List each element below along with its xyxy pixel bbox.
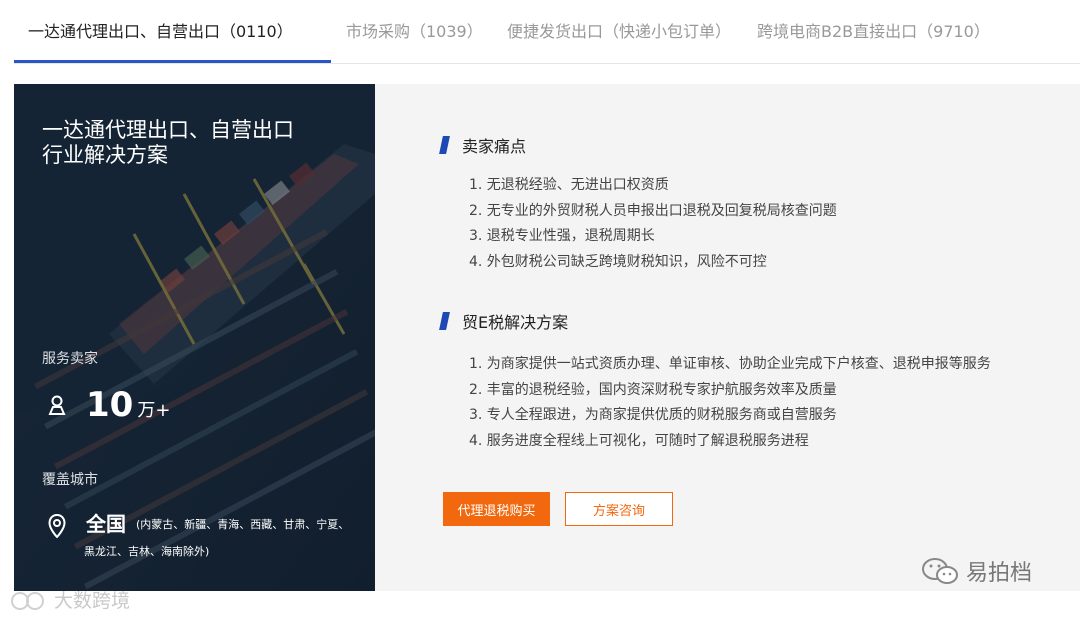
hero-panel: 一达通代理出口、自营出口 行业解决方案 服务卖家 10 万+ 覆盖城市 全国 (… [14, 84, 375, 591]
tab-agency-export[interactable]: 一达通代理出口、自营出口（0110） [28, 18, 293, 42]
sellers-stat: 10 万+ [48, 385, 170, 425]
sellers-label: 服务卖家 [42, 351, 98, 367]
sellers-unit: 万+ [137, 400, 171, 421]
pain-points-heading: 卖家痛点 [439, 133, 527, 157]
list-item: 2. 丰富的退税经验，国内资深财税专家护航服务效率及质量 [469, 381, 837, 398]
user-icon [48, 395, 66, 415]
location-pin-icon [48, 514, 66, 538]
watermark-right: 易拍档 [920, 555, 1032, 587]
section-marker [439, 312, 450, 330]
tab-cross-border-b2b[interactable]: 跨境电商B2B直接出口（9710） [757, 18, 990, 42]
list-item: 1. 无退税经验、无进出口权资质 [469, 177, 669, 193]
wechat-icon [922, 558, 958, 584]
list-item: 3. 退税专业性强，退税周期长 [469, 228, 655, 244]
coverage-detail-line2: 黑龙江、吉林、海南除外) [84, 545, 210, 558]
solution-list: 1. 为商家提供一站式资质办理、单证审核、协助企业完成下户核查、退税申报等服务 … [469, 352, 991, 454]
solution-heading: 贸E税解决方案 [439, 309, 569, 333]
watermark-left-text: 大数跨境 [54, 590, 131, 612]
hero-title-line2: 行业解决方案 [42, 143, 168, 167]
pain-points-list: 1. 无退税经验、无进出口权资质 2. 无专业的外贸财税人员申报出口退税及回复税… [469, 173, 837, 275]
hero-title: 一达通代理出口、自营出口 行业解决方案 [42, 118, 294, 168]
sellers-number: 10 [86, 385, 134, 425]
section-marker [439, 136, 450, 154]
coverage-detail-line1: (内蒙古、新疆、青海、西藏、甘肃、宁夏、 [136, 518, 350, 531]
list-item: 3. 专人全程跟进，为商家提供优质的财税服务商或自营服务 [469, 407, 837, 423]
list-item: 4. 服务进度全程线上可视化，可随时了解退税服务进程 [469, 432, 809, 449]
list-item: 2. 无专业的外贸财税人员申报出口退税及回复税局核查问题 [469, 202, 837, 219]
list-item: 1. 为商家提供一站式资质办理、单证审核、协助企业完成下户核查、退税申报等服务 [469, 356, 991, 372]
buy-agency-tax-refund-button[interactable]: 代理退税购买 [443, 492, 550, 526]
coverage-label: 覆盖城市 [42, 472, 98, 488]
tab-market-procurement[interactable]: 市场采购（1039） [346, 18, 483, 42]
pain-points-title: 卖家痛点 [462, 137, 527, 156]
tab-express-shipping[interactable]: 便捷发货出口（快递小包订单） [507, 18, 731, 42]
solution-consult-button[interactable]: 方案咨询 [565, 492, 673, 526]
list-item: 4. 外包财税公司缺乏跨境财税知识，风险不可控 [469, 253, 767, 270]
brand-logo-icon [11, 591, 44, 610]
solution-title: 贸E税解决方案 [462, 313, 569, 332]
content-panel: 卖家痛点 1. 无退税经验、无进出口权资质 2. 无专业的外贸财税人员申报出口退… [375, 84, 1080, 591]
coverage-big: 全国 [86, 512, 126, 536]
watermark-left: 大数跨境 [10, 586, 130, 613]
tab-bar: 一达通代理出口、自营出口（0110） 市场采购（1039） 便捷发货出口（快递小… [14, 0, 1080, 64]
watermark-right-text: 易拍档 [966, 561, 1033, 586]
active-tab-indicator [14, 60, 331, 63]
hero-title-line1: 一达通代理出口、自营出口 [42, 118, 294, 142]
